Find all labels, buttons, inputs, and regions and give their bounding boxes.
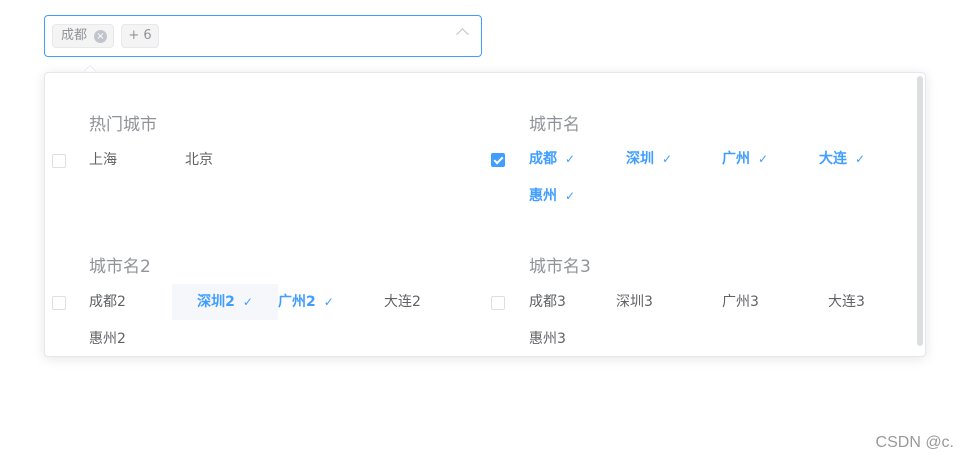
option-label: 广州3 xyxy=(722,294,759,310)
group-checkbox[interactable] xyxy=(52,154,66,168)
check-icon: ✓ xyxy=(565,152,576,166)
city-option[interactable]: 成都2 xyxy=(89,284,126,320)
city-option[interactable]: 深圳 ✓ xyxy=(626,141,672,177)
group-checkbox[interactable] xyxy=(491,296,505,310)
option-label: 深圳 xyxy=(626,151,654,167)
city-option[interactable]: 上海 xyxy=(89,142,117,178)
option-label: 北京 xyxy=(185,152,213,168)
city-option[interactable]: 惠州3 xyxy=(529,321,566,357)
check-icon: ✓ xyxy=(758,152,769,166)
group-title: 城市名2 xyxy=(89,257,151,277)
city-option[interactable]: 大连2 xyxy=(384,284,421,320)
tag-label: 成都 xyxy=(61,28,88,43)
option-label: 深圳3 xyxy=(616,294,653,310)
option-label: 大连 xyxy=(819,151,847,167)
option-label: 成都2 xyxy=(89,294,126,310)
city-option[interactable]: 深圳2 ✓ xyxy=(172,284,278,320)
check-icon: ✓ xyxy=(662,152,673,166)
group-checkbox[interactable] xyxy=(52,296,66,310)
watermark: CSDN @c. xyxy=(875,434,954,451)
option-label: 惠州 xyxy=(529,188,557,204)
dropdown-scrollbar[interactable] xyxy=(917,76,923,346)
city-option[interactable]: 北京 xyxy=(185,142,213,178)
check-icon: ✓ xyxy=(323,295,334,309)
option-label: 成都3 xyxy=(529,294,566,310)
city-option[interactable]: 深圳3 xyxy=(616,284,653,320)
option-label: 广州 xyxy=(722,151,750,167)
popper-arrow-inner xyxy=(85,66,95,71)
option-label: 惠州2 xyxy=(89,331,126,347)
city-option[interactable]: 广州2 ✓ xyxy=(278,284,334,320)
city-option[interactable]: 广州 ✓ xyxy=(722,141,768,177)
option-label: 惠州3 xyxy=(529,331,566,347)
chevron-up-icon[interactable] xyxy=(456,28,469,41)
selected-tag: 成都 × xyxy=(52,24,114,48)
city-option[interactable]: 大连 ✓ xyxy=(819,141,865,177)
city-option[interactable]: 惠州2 xyxy=(89,321,126,357)
collapsed-count-tag: + 6 xyxy=(121,24,159,48)
option-label: 广州2 xyxy=(278,294,316,310)
check-icon: ✓ xyxy=(565,189,576,203)
check-icon: ✓ xyxy=(855,152,866,166)
multi-select-input[interactable]: 成都 × + 6 xyxy=(44,15,482,57)
city-option[interactable]: 成都3 xyxy=(529,284,566,320)
option-label: 深圳2 xyxy=(197,294,235,310)
check-icon: ✓ xyxy=(242,295,253,309)
tag-close-icon[interactable]: × xyxy=(94,30,107,43)
city-option[interactable]: 广州3 xyxy=(722,284,759,320)
city-option[interactable]: 惠州 ✓ xyxy=(529,178,575,214)
option-label: 大连3 xyxy=(828,294,865,310)
option-label: 成都 xyxy=(529,151,557,167)
option-label: 上海 xyxy=(89,152,117,168)
group-checkbox[interactable] xyxy=(491,153,505,167)
group-title: 城市名3 xyxy=(529,257,591,277)
group-title: 热门城市 xyxy=(89,115,157,135)
city-option[interactable]: 大连3 xyxy=(828,284,865,320)
group-title: 城市名 xyxy=(529,115,580,135)
option-label: 大连2 xyxy=(384,294,421,310)
city-option[interactable]: 成都 ✓ xyxy=(529,141,575,177)
